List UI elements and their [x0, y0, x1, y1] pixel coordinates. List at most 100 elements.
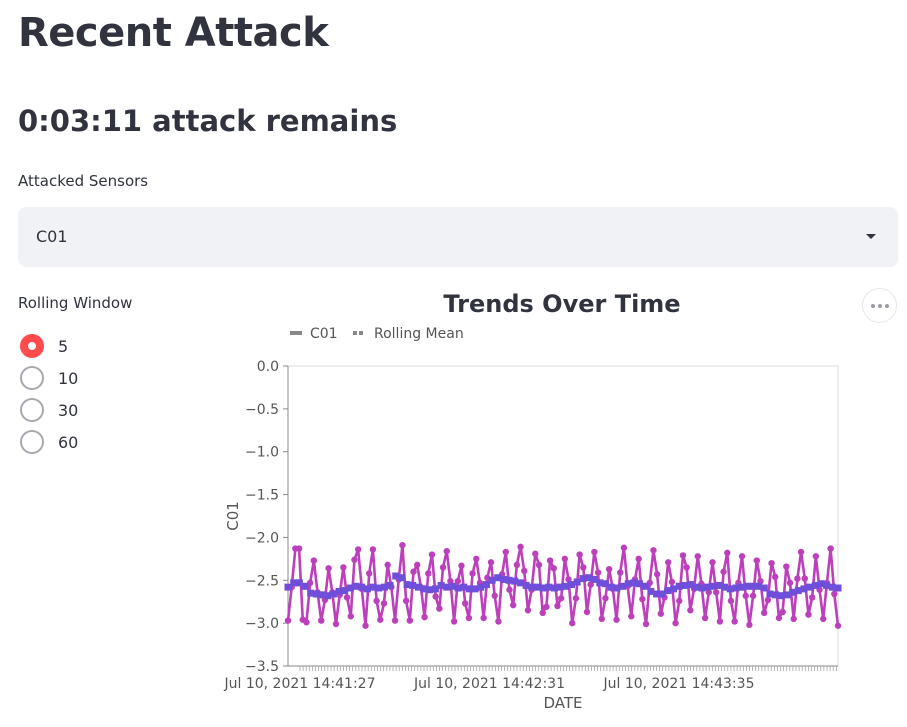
- series-c01-point: [428, 551, 436, 558]
- series-c01-point: [635, 555, 642, 563]
- series-c01-point: [591, 548, 598, 556]
- plot-frame: [287, 365, 839, 667]
- radio-circle[interactable]: [20, 334, 44, 358]
- series-c01-point: [318, 617, 325, 624]
- series-c01-point: [797, 548, 805, 556]
- y-tick-label: −3.5: [245, 659, 279, 675]
- app-page: Recent Attack 0:03:11 attack remains Att…: [0, 0, 907, 727]
- series-c01-point: [413, 561, 421, 569]
- series-c01-point: [543, 603, 550, 611]
- series-c01-point: [310, 557, 318, 564]
- series-c01-point: [794, 575, 801, 582]
- series-c01-point: [369, 546, 377, 553]
- series-c01-point: [783, 563, 790, 570]
- series-c01-point: [676, 597, 683, 605]
- series-c01-point: [779, 608, 786, 616]
- series-mean-point: [301, 582, 309, 590]
- series-c01-point: [712, 589, 720, 596]
- legend-label-mean: Rolling Mean: [374, 326, 464, 342]
- series-c01-point: [343, 594, 351, 601]
- series-c01-point: [432, 593, 439, 600]
- series-c01-point: [491, 592, 498, 599]
- series-c01-point: [812, 553, 820, 560]
- x-axis-label: DATE: [543, 694, 582, 712]
- radio-option-30[interactable]: 30: [20, 394, 78, 426]
- series-c01-point: [421, 613, 428, 621]
- series-c01-point: [554, 602, 561, 610]
- series-c01-point: [546, 557, 554, 564]
- series-c01-point: [672, 619, 679, 627]
- ellipsis-icon: [877, 303, 882, 308]
- series-c01-point: [668, 578, 676, 586]
- radio-circle[interactable]: [20, 366, 44, 390]
- series-mean-point: [760, 584, 768, 592]
- y-tick-label: −2.5: [245, 573, 279, 589]
- series-c01-point: [683, 564, 690, 571]
- series-c01-point: [805, 611, 812, 618]
- series-c01-point: [377, 616, 384, 623]
- series-c01-point: [650, 547, 657, 554]
- series-c01-point: [801, 575, 808, 582]
- ellipsis-icon: [884, 303, 889, 308]
- series-c01-point: [731, 618, 738, 625]
- series-c01-point: [539, 609, 546, 617]
- radio-option-5[interactable]: 5: [20, 330, 78, 362]
- series-c01-point: [506, 586, 513, 593]
- series-c01-point: [709, 559, 716, 566]
- series-c01-point: [473, 555, 480, 563]
- rolling-window-radio-group: 5 10 30 60: [20, 330, 78, 458]
- series-c01-point: [617, 569, 624, 576]
- series-mean-point: [397, 574, 405, 582]
- series-c01-point: [768, 559, 775, 567]
- series-c01-point: [509, 601, 517, 609]
- series-c01-point: [620, 544, 628, 551]
- series-c01-point: [561, 555, 569, 563]
- series-c01-point: [465, 614, 473, 622]
- series-c01-point: [450, 618, 458, 625]
- ellipsis-icon: [870, 303, 875, 308]
- chart-menu-button[interactable]: [862, 288, 897, 323]
- series-c01-point: [583, 608, 591, 616]
- page-title: Recent Attack: [18, 10, 329, 56]
- series-c01-point: [808, 594, 816, 601]
- series-c01-point: [399, 541, 406, 549]
- legend-swatch-mean: [359, 331, 363, 335]
- x-axis-ticks: Jul 10, 2021 14:41:27 Jul 10, 2021 14:42:…: [223, 666, 837, 692]
- series-c01-point: [594, 569, 602, 576]
- radio-label: 5: [58, 336, 69, 356]
- series-c01-point: [628, 613, 635, 620]
- trends-chart: Trends Over Time C01 Rolling Mean 0.0 −0.…: [223, 290, 842, 712]
- series-c01-point: [532, 550, 539, 557]
- series-c01-point: [746, 621, 753, 629]
- series-c01-point: [605, 565, 613, 573]
- series-c01-point: [332, 620, 340, 628]
- series-c01-point: [373, 597, 380, 605]
- sensor-select-label: Attacked Sensors: [18, 172, 149, 190]
- chart-title: Trends Over Time: [443, 290, 680, 318]
- radio-label: 60: [58, 432, 79, 452]
- series-c01-point: [742, 592, 749, 599]
- radio-option-60[interactable]: 60: [20, 426, 78, 458]
- radio-circle[interactable]: [20, 430, 44, 454]
- sensor-select[interactable]: C01: [18, 207, 898, 267]
- series-c01-point: [760, 609, 768, 617]
- series-c01-point: [716, 618, 724, 625]
- series-c01-point: [325, 565, 332, 572]
- radio-circle[interactable]: [20, 398, 44, 422]
- series-c01-point: [602, 595, 609, 602]
- radio-label: 30: [58, 400, 79, 420]
- series-c01-point: [380, 600, 388, 607]
- series-c01-point: [834, 622, 842, 629]
- series-c01-point: [727, 597, 735, 605]
- series-c01-point: [347, 613, 354, 620]
- series-mean-point: [834, 584, 842, 592]
- legend-swatch-mean: [353, 331, 357, 335]
- series-c01-point: [524, 607, 532, 614]
- series-c01-point: [362, 622, 369, 629]
- chart-legend: C01 Rolling Mean: [290, 326, 464, 342]
- series-c01-point: [576, 551, 583, 558]
- series-c01-point: [764, 596, 772, 604]
- series-c01-point: [790, 615, 797, 623]
- radio-option-10[interactable]: 10: [20, 362, 78, 394]
- series-c01-point: [439, 564, 447, 571]
